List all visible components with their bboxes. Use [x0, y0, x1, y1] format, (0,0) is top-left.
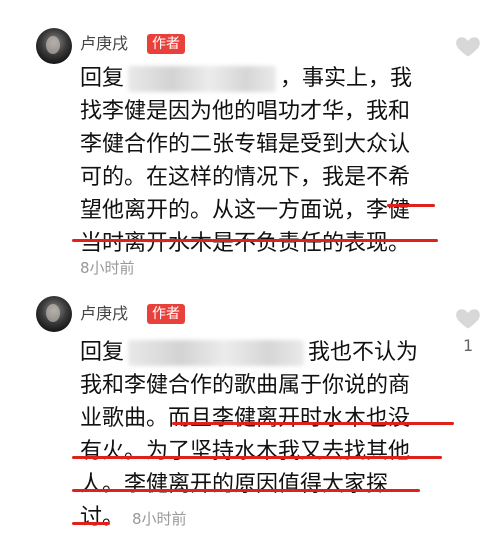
comment-line: 有火。为了坚持水木我又去找其他	[80, 439, 411, 464]
highlight-underline	[72, 489, 420, 492]
comment-line: 业歌曲。而且李健离开时水木也没	[80, 406, 411, 431]
highlight-underline	[172, 422, 454, 425]
username[interactable]: 卢庚戌	[80, 304, 128, 324]
comment-body: 回复 我也不认为 我和李健合作的歌曲属于你说的商 业歌曲。而且李健离开时水木也没 …	[80, 336, 450, 534]
timestamp: 8小时前	[132, 510, 187, 528]
like-count: 1	[463, 336, 474, 355]
reply-prefix: 回复	[80, 340, 125, 365]
heart-icon[interactable]	[454, 304, 482, 332]
comment-line: 讨。	[80, 505, 125, 530]
highlight-underline	[72, 456, 442, 459]
comment-line: 我也不认为	[308, 340, 419, 365]
comment-item: 卢庚戌 作者 1 回复 我也不认为 我和李健合作的歌曲属于你说的商 业歌曲。而且李…	[0, 0, 500, 540]
highlight-underline	[72, 522, 110, 525]
author-badge: 作者	[147, 304, 185, 324]
comment-line: 人。李健离开的原因值得大家探	[80, 472, 389, 497]
avatar[interactable]	[36, 296, 72, 332]
comment-line: 我和李健合作的歌曲属于你说的商	[80, 373, 411, 398]
redacted-username	[128, 340, 305, 366]
